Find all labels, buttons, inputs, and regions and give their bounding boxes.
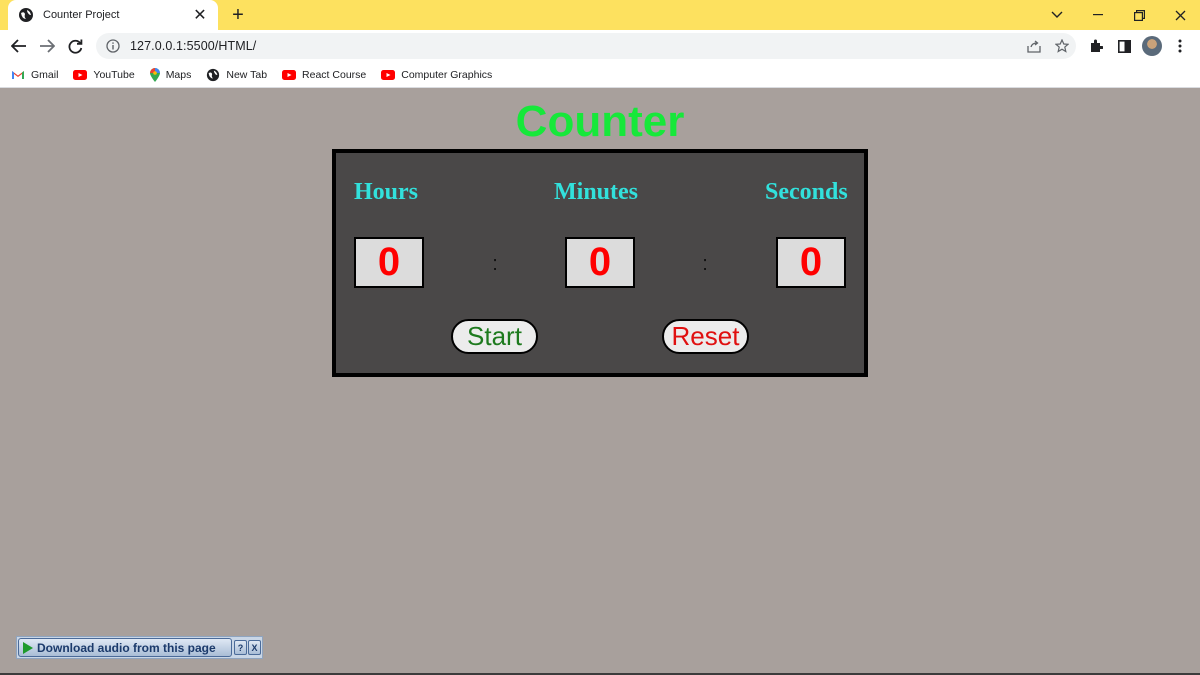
bookmark-maps[interactable]: Maps xyxy=(149,67,192,82)
bookmark-new-tab[interactable]: New Tab xyxy=(206,68,267,82)
bookmark-label: React Course xyxy=(302,68,367,81)
maps-icon xyxy=(149,67,160,82)
minimize-icon[interactable] xyxy=(1078,0,1118,30)
back-arrow-icon[interactable] xyxy=(7,34,31,58)
reset-button[interactable]: Reset xyxy=(662,319,749,354)
new-tab-button[interactable]: + xyxy=(226,3,250,27)
download-audio-widget: Download audio from this page ? X xyxy=(16,636,263,659)
menu-kebab-icon[interactable] xyxy=(1168,34,1192,58)
close-widget-icon[interactable]: X xyxy=(248,640,261,655)
globe-icon xyxy=(19,8,33,22)
play-icon xyxy=(23,641,33,654)
reload-icon[interactable] xyxy=(63,34,87,58)
youtube-icon xyxy=(381,69,396,80)
extensions-icon[interactable] xyxy=(1084,34,1108,58)
bookmarks-bar: Gmail YouTube Maps New Tab React Course … xyxy=(0,62,1200,88)
restore-icon[interactable] xyxy=(1119,0,1159,30)
share-icon[interactable] xyxy=(1020,33,1048,59)
tab-strip: Counter Project ✕ + xyxy=(0,0,1200,30)
seconds-display: 0 xyxy=(776,237,846,288)
url-text: 127.0.0.1:5500/HTML/ xyxy=(130,39,257,53)
bookmark-label: Maps xyxy=(165,68,192,81)
tab-title: Counter Project xyxy=(43,9,120,21)
bookmark-star-icon[interactable] xyxy=(1048,33,1076,59)
youtube-icon xyxy=(73,69,88,80)
bookmark-label: New Tab xyxy=(226,68,268,81)
page-title: Counter xyxy=(515,97,685,146)
site-info-icon[interactable] xyxy=(106,39,120,53)
bookmark-computer-graphics[interactable]: Computer Graphics xyxy=(381,69,492,81)
close-window-icon[interactable] xyxy=(1160,0,1200,30)
hours-display: 0 xyxy=(354,237,424,288)
globe-icon xyxy=(206,68,220,82)
counter-panel: Hours Minutes Seconds 0 : 0 : 0 Start Re… xyxy=(332,149,868,377)
download-audio-label: Download audio from this page xyxy=(37,640,216,655)
browser-toolbar: 127.0.0.1:5500/HTML/ xyxy=(0,30,1200,62)
tab-counter-project[interactable]: Counter Project ✕ xyxy=(8,0,218,30)
start-button[interactable]: Start xyxy=(451,319,538,354)
bookmark-gmail[interactable]: Gmail xyxy=(11,69,58,81)
separator: : xyxy=(702,253,708,275)
minutes-label: Minutes xyxy=(554,179,638,205)
seconds-label: Seconds xyxy=(765,179,848,205)
bookmark-label: Computer Graphics xyxy=(401,68,493,81)
hours-label: Hours xyxy=(354,179,419,205)
side-panel-icon[interactable] xyxy=(1112,34,1136,58)
download-audio-button[interactable]: Download audio from this page xyxy=(18,638,232,657)
address-bar[interactable]: 127.0.0.1:5500/HTML/ xyxy=(96,33,1076,59)
tab-search-icon[interactable] xyxy=(1037,0,1077,30)
youtube-icon xyxy=(282,69,297,80)
bookmark-react-course[interactable]: React Course xyxy=(282,69,366,81)
bookmark-label: Gmail xyxy=(31,68,59,81)
bookmark-label: YouTube xyxy=(93,68,135,81)
separator: : xyxy=(492,253,498,275)
help-icon[interactable]: ? xyxy=(234,640,247,655)
bookmark-youtube[interactable]: YouTube xyxy=(73,68,135,81)
forward-arrow-icon[interactable] xyxy=(35,34,59,58)
minutes-display: 0 xyxy=(565,237,635,288)
tab-close-icon[interactable]: ✕ xyxy=(188,3,212,27)
profile-avatar[interactable] xyxy=(1140,34,1164,58)
gmail-icon xyxy=(11,70,25,80)
